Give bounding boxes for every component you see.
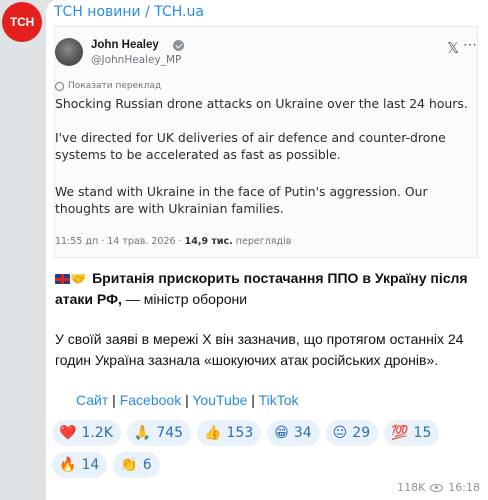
translate-label: Показати переклад <box>68 81 162 91</box>
link-facebook[interactable]: Facebook <box>120 392 181 408</box>
globe-icon <box>55 81 64 91</box>
reaction-count: 745 <box>156 425 184 441</box>
handshake-icon: 🤝 <box>70 271 87 286</box>
tweet-paragraph-1: Shocking Russian drone attacks on Ukrain… <box>55 96 468 111</box>
tweet-author-handle: @JohnHealey_MP <box>91 54 182 66</box>
clap-icon: 👏 <box>120 457 138 473</box>
link-separator: | <box>108 392 120 408</box>
link-tiktok[interactable]: TikTok <box>259 392 299 408</box>
reactions-bar: ❤️ 1.2K 🙏 745 👍 153 😁 34 😐 29 💯 15 🔥 14 👏 6 <box>52 420 482 478</box>
reaction-neutral[interactable]: 😐 29 <box>325 420 379 446</box>
reaction-fire[interactable]: 🔥 14 <box>52 452 108 478</box>
reaction-count: 14 <box>81 457 100 473</box>
headline-bold: Британія прискорить постачання ППО в Укр… <box>55 270 468 307</box>
tweet-meta: 11:55 дп · 14 трав. 2026 · 14,9 тис. пер… <box>55 236 291 247</box>
post-headline: 🤝 Британія прискорить постачання ППО в У… <box>55 268 475 310</box>
neutral-face-icon: 😐 <box>332 425 348 441</box>
headline-rest: — міністр оборони <box>121 291 248 307</box>
tweet-views: 14,9 тис. <box>184 236 233 247</box>
post-body: У своїй заяві в мережі Х він зазначив, щ… <box>55 331 464 368</box>
x-logo-icon: 𝕏 <box>447 40 460 57</box>
hundred-icon: 💯 <box>391 425 409 441</box>
tweet-views-label: переглядів <box>232 236 292 247</box>
tweet-screenshot: John Healey @JohnHealey_MP 𝕏 ⋯ Показати … <box>54 26 478 258</box>
channel-name[interactable]: ТСН новини / TCH.ua <box>54 4 204 20</box>
tweet-author-name: John Healey <box>91 39 159 51</box>
link-site[interactable]: Сайт <box>76 392 108 408</box>
uk-flag-icon <box>55 274 70 284</box>
reaction-count: 34 <box>293 425 312 441</box>
translate-link: Показати переклад <box>55 81 161 91</box>
tweet-paragraph-2: I've directed for UK deliveries of air d… <box>55 130 446 162</box>
social-links: Сайт | Facebook | YouTube | TikTok <box>76 392 299 408</box>
link-separator: | <box>181 392 193 408</box>
link-separator: | <box>247 392 259 408</box>
reaction-thumbs-up[interactable]: 👍 153 <box>197 420 262 446</box>
verified-badge-icon <box>173 40 184 51</box>
reaction-count: 153 <box>226 425 254 441</box>
reaction-count: 6 <box>142 457 152 473</box>
channel-avatar[interactable]: ТСН <box>2 2 42 42</box>
link-youtube[interactable]: YouTube <box>192 392 247 408</box>
reaction-grin[interactable]: 😁 34 <box>267 420 320 446</box>
thumbs-up-icon: 👍 <box>204 425 222 441</box>
reaction-count: 1.2K <box>81 425 113 441</box>
tweet-time: 11:55 дп · 14 трав. 2026 · <box>55 236 185 247</box>
reaction-count: 15 <box>413 425 432 441</box>
message-footer: 118K 16:18 <box>397 481 480 494</box>
tweet-paragraph-3: We stand with Ukraine in the face of Put… <box>55 184 428 216</box>
reaction-pray[interactable]: 🙏 745 <box>126 420 192 446</box>
more-options-icon: ⋯ <box>463 36 478 52</box>
views-count: 118K <box>397 481 426 494</box>
reaction-count: 29 <box>352 425 371 441</box>
eye-icon <box>430 483 444 492</box>
fire-icon: 🔥 <box>59 457 77 473</box>
reaction-heart[interactable]: ❤️ 1.2K <box>52 420 121 446</box>
message-time: 16:18 <box>448 481 480 494</box>
reaction-hundred[interactable]: 💯 15 <box>384 420 440 446</box>
pray-icon: 🙏 <box>133 425 152 441</box>
grin-icon: 😁 <box>274 425 289 441</box>
reaction-clap[interactable]: 👏 6 <box>113 452 160 478</box>
message-bubble: ТСН новини / TCH.ua John Healey @JohnHea… <box>46 0 488 500</box>
heart-icon: ❤️ <box>59 425 77 441</box>
tweet-author-avatar <box>55 38 83 66</box>
